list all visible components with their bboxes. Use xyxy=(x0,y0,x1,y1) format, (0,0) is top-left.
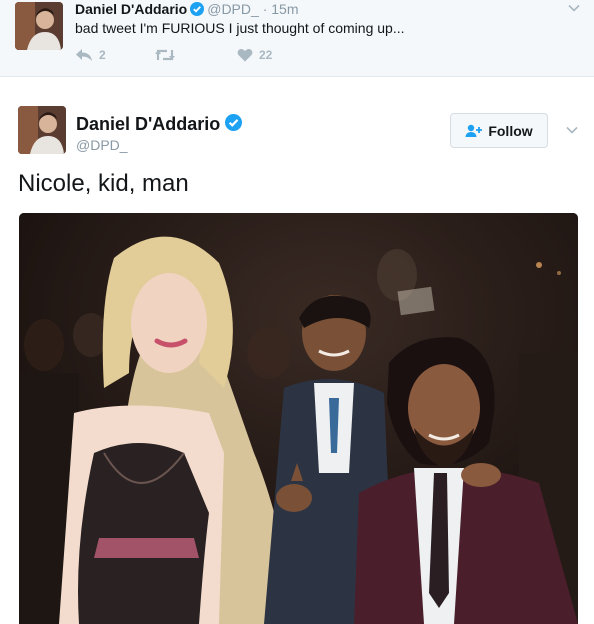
tweet-text[interactable]: bad tweet I'm FURIOUS I just thought of … xyxy=(75,20,405,36)
author-handle: @DPD_ xyxy=(207,1,259,17)
chevron-down-icon[interactable] xyxy=(565,123,579,137)
author-name[interactable]: Daniel D'Addario xyxy=(75,1,187,17)
verified-badge-icon xyxy=(190,2,205,16)
author-avatar[interactable] xyxy=(15,2,63,50)
heart-icon xyxy=(237,49,253,62)
previous-tweet[interactable]: Daniel D'Addario @DPD_ · 15m bad tweet I'… xyxy=(0,0,594,77)
follow-button[interactable]: Follow xyxy=(450,113,548,148)
reply-count: 2 xyxy=(99,48,106,62)
verified-badge-icon xyxy=(225,114,243,131)
like-count: 22 xyxy=(259,48,273,62)
retweet-button[interactable] xyxy=(154,48,182,62)
author-avatar[interactable] xyxy=(18,106,66,154)
author-name-text[interactable]: Daniel D'Addario xyxy=(76,114,220,134)
like-button[interactable]: 22 xyxy=(237,48,272,62)
retweet-icon xyxy=(155,49,175,61)
author-name[interactable]: Daniel D'Addario xyxy=(76,114,245,135)
tweet-photo[interactable] xyxy=(19,213,578,624)
follow-label: Follow xyxy=(488,122,533,139)
tweet-timestamp[interactable]: 15m xyxy=(271,1,298,17)
meta-separator: · xyxy=(262,1,268,17)
reply-icon xyxy=(76,49,92,61)
chevron-down-icon[interactable] xyxy=(567,1,581,15)
author-handle[interactable]: @DPD_ xyxy=(76,137,128,153)
tweet-text: Nicole, kid, man xyxy=(18,170,189,197)
reply-button[interactable]: 2 xyxy=(75,48,106,62)
add-user-icon xyxy=(465,124,483,137)
